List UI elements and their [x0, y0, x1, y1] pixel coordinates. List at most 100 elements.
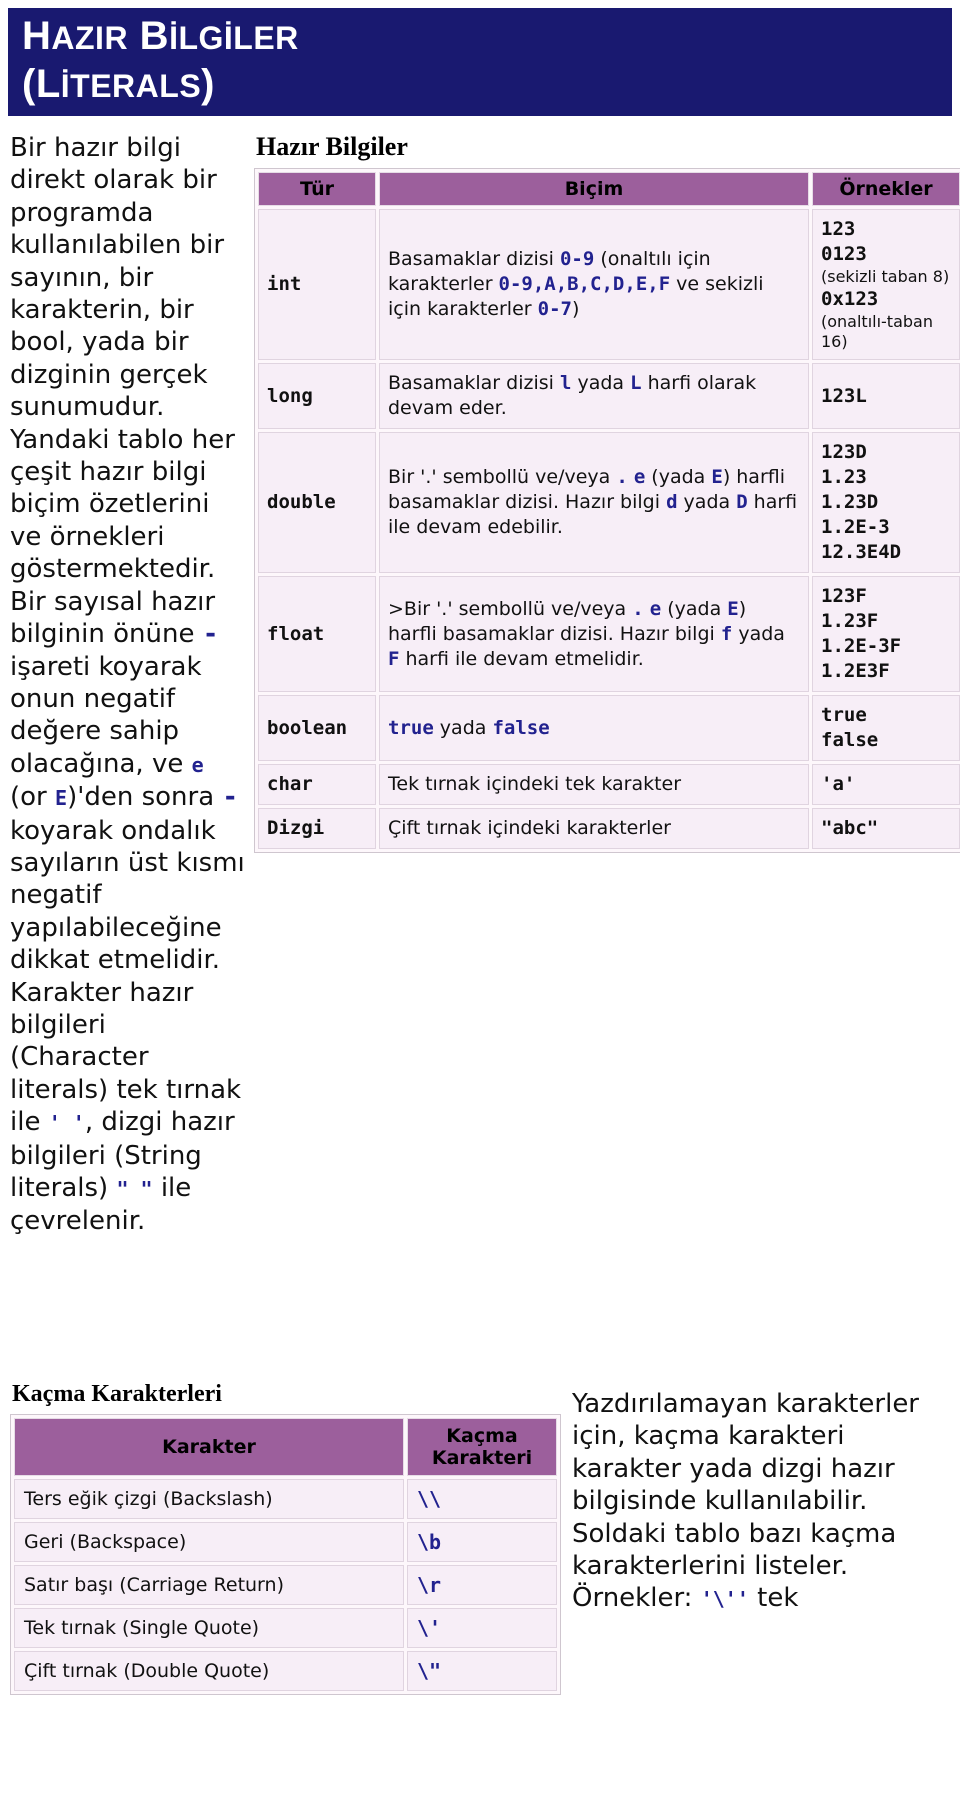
inline-code: l — [559, 372, 572, 394]
cell-format: true yada false — [379, 695, 809, 761]
cell-format: Çift tırnak içindeki karakterler — [379, 808, 809, 849]
example-value: 'a' — [821, 773, 856, 795]
inline-code: D — [736, 491, 748, 513]
cell-text: Tek tırnak içindeki tek karakter — [388, 773, 682, 795]
cell-text: Basamaklar dizisi — [388, 372, 560, 394]
example-value: "abc" — [821, 817, 879, 839]
title-banner: HAZIR BİLGİLER (LİTERALS) — [8, 8, 580, 116]
table-row: Geri (Backspace) \b — [14, 1522, 557, 1562]
example-value: 123F — [821, 585, 867, 607]
title-paren-open: ( — [22, 62, 36, 106]
cell-examples: 123D 1.23 1.23D 1.2E-3 12.3E4D — [812, 432, 960, 573]
cell-text: yada — [732, 622, 785, 645]
title-iterals: İTERALS — [60, 68, 202, 104]
inline-code: 0-7 — [537, 298, 572, 320]
inline-code: F — [388, 647, 400, 670]
title-b-cap: B — [139, 14, 170, 58]
cell-type: float — [258, 576, 376, 692]
cell-escape-sequence: \' — [407, 1608, 557, 1648]
example-value: 1.23D — [821, 491, 879, 513]
table-row: double Bir '.' sembollü ve/veya . e (yada… — [258, 432, 960, 573]
cell-examples: 123L — [812, 363, 960, 429]
column-header-karakter: Karakter — [14, 1418, 404, 1476]
table-row: char Tek tırnak içindeki tek karakter 'a' — [258, 764, 960, 805]
cell-type: boolean — [258, 695, 376, 761]
cell-type: char — [258, 764, 376, 805]
inline-code: E — [727, 597, 739, 620]
cell-text: (yada — [645, 466, 712, 488]
escape-table-header-row: Karakter Kaçma Karakteri — [14, 1418, 557, 1476]
left-text-part-3: (or — [10, 782, 56, 813]
example-value: false — [821, 729, 879, 751]
inline-code: e — [633, 466, 646, 488]
column-header-tur: Tür — [258, 172, 376, 206]
inline-code: E — [711, 466, 723, 488]
left-text-part-5: koyarak ondalık sayıların üst kısmı nega… — [10, 815, 245, 1138]
left-text-part-1: Bir hazır bilgi direkt olarak bir progra… — [10, 133, 235, 650]
page-title-line-2: (LİTERALS) — [22, 60, 215, 110]
table-row: Çift tırnak (Double Quote) \" — [14, 1651, 557, 1691]
cell-type: int — [258, 209, 376, 360]
cell-character-name: Ters eğik çizgi (Backslash) — [14, 1479, 404, 1519]
inline-code: L — [630, 372, 642, 394]
escape-table-body: Ters eğik çizgi (Backslash) \\ Geri (Backs… — [14, 1479, 557, 1691]
inline-code: false — [492, 716, 550, 739]
title-banner-right-strip — [580, 8, 952, 116]
column-header-bicim: Biçim — [379, 172, 809, 206]
example-value: 1.23F — [821, 610, 879, 632]
example-value: 123D — [821, 441, 867, 463]
left-description-paragraph: Bir hazır bilgi direkt olarak bir progra… — [10, 132, 246, 1238]
cell-format: Tek tırnak içindeki tek karakter — [379, 764, 809, 805]
inline-code: 0-9 — [559, 248, 595, 270]
table-row: Satır başı (Carriage Return) \r — [14, 1565, 557, 1605]
example-value: 1.2E3F — [821, 660, 890, 682]
table-row: Ters eğik çizgi (Backslash) \\ — [14, 1479, 557, 1519]
cell-format: >Bir '.' sembollü ve/veya . e (yada E) h… — [379, 576, 809, 692]
cell-examples: true false — [812, 695, 960, 761]
title-paren-close: ) — [201, 62, 215, 106]
cell-format: Basamaklar dizisi 0-9 (onaltılı için kar… — [379, 209, 809, 360]
inline-code: f — [720, 622, 733, 645]
example-value: 1.23 — [821, 466, 867, 488]
cell-text: yada — [571, 372, 631, 394]
example-value: 0x123 — [821, 288, 879, 310]
code-escaped-quote: '\'' — [700, 1587, 749, 1612]
cell-character-name: Tek tırnak (Single Quote) — [14, 1608, 404, 1648]
cell-text: ) — [571, 298, 580, 320]
code-e-upper: E — [55, 786, 68, 811]
inline-code: true — [388, 716, 434, 739]
cell-escape-sequence: \b — [407, 1522, 557, 1562]
example-value: true — [821, 704, 867, 726]
table-row: Tek tırnak (Single Quote) \' — [14, 1608, 557, 1648]
example-value: 1.2E-3F — [821, 635, 902, 657]
cell-type: Dizgi — [258, 808, 376, 849]
inline-code: . — [616, 466, 628, 488]
table-row: int Basamaklar dizisi 0-9 (onaltılı için … — [258, 209, 960, 360]
title-ilgiler: İLGİLER — [169, 20, 299, 56]
example-value: 12.3E4D — [821, 541, 902, 563]
code-e-lower: e — [191, 752, 204, 777]
inline-code: e — [649, 597, 662, 620]
right-text-part-2: tek — [748, 1583, 799, 1614]
cell-text: (yada — [661, 597, 728, 620]
table-row: boolean true yada false true false — [258, 695, 960, 761]
table-row: long Basamaklar dizisi l yada L harfi ola… — [258, 363, 960, 429]
code-single-quote: ' ' — [48, 1111, 85, 1136]
table-row: Dizgi Çift tırnak içindeki karakterler "ab… — [258, 808, 960, 849]
cell-text: >Bir '.' sembollü ve/veya — [388, 597, 633, 620]
page-title-line-1: HAZIR BİLGİLER — [22, 12, 299, 62]
cell-type: double — [258, 432, 376, 573]
example-value: 0123 — [821, 243, 867, 265]
cell-escape-sequence: \" — [407, 1651, 557, 1691]
cell-examples: 123 0123 (sekizli taban 8) 0x123 (onaltılı-t… — [812, 209, 960, 360]
escape-table-caption: Kaçma Karakterleri — [12, 1381, 222, 1407]
table-row: float >Bir '.' sembollü ve/veya . e (yada… — [258, 576, 960, 692]
example-note: (sekizli taban 8) — [821, 267, 950, 286]
cell-character-name: Geri (Backspace) — [14, 1522, 404, 1562]
inline-code: 0-9,A,B,C,D,E,F — [498, 273, 671, 295]
left-text-part-4: )'den sonra — [67, 782, 223, 813]
cell-format: Basamaklar dizisi l yada L harfi olarak … — [379, 363, 809, 429]
right-text-part-1: Yazdırılamayan karakterler için, kaçma k… — [572, 1389, 920, 1614]
literals-table-body: int Basamaklar dizisi 0-9 (onaltılı için … — [258, 209, 960, 849]
literals-table-section: Hazır Bilgiler Tür Biçim Örnekler int Bas… — [254, 132, 960, 853]
